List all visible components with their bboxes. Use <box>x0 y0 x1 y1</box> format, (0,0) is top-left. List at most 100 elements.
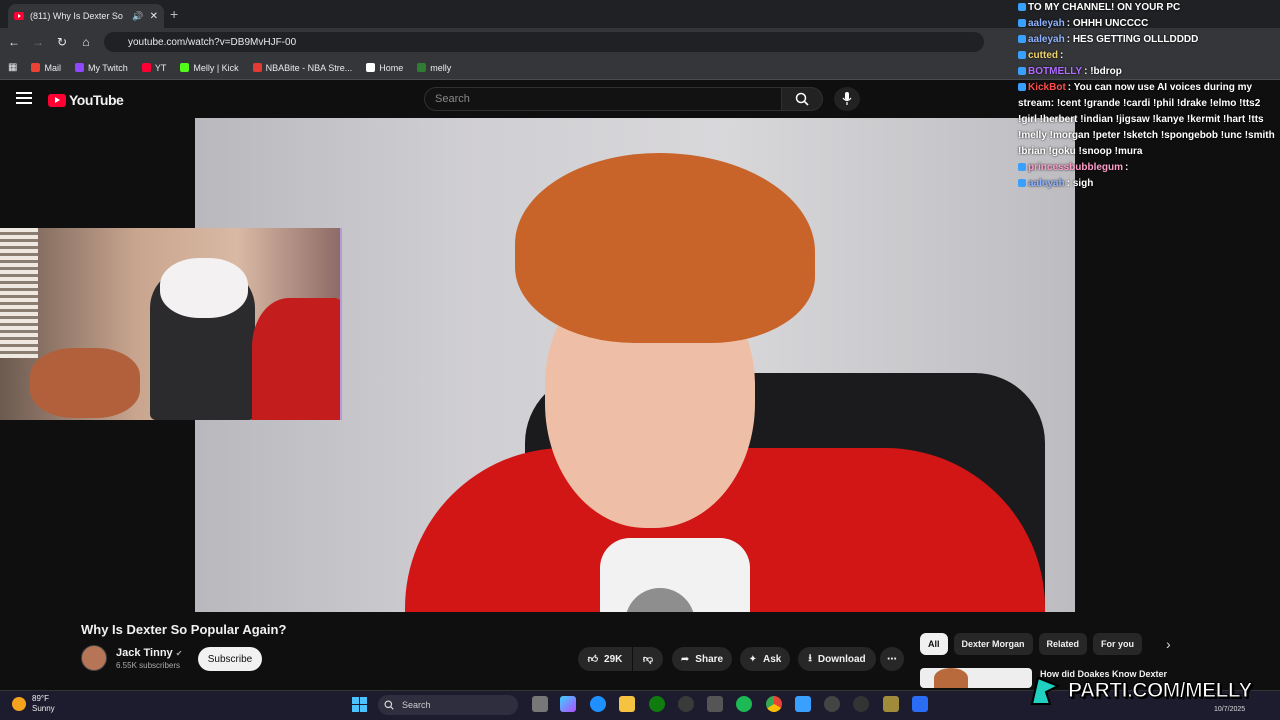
more-actions-button[interactable]: ⋯ <box>880 647 904 671</box>
new-tab-button[interactable]: + <box>170 6 178 22</box>
bookmark-item[interactable]: Home <box>366 63 403 73</box>
chat-username[interactable]: princessbubblegum <box>1028 162 1123 173</box>
ask-button[interactable]: ✦ Ask <box>740 647 790 671</box>
chat-separator: : <box>1060 50 1064 61</box>
sun-icon <box>12 697 26 711</box>
chat-username[interactable]: KickBot <box>1028 82 1066 93</box>
chip-for-you[interactable]: For you <box>1093 633 1143 655</box>
speaker-icon[interactable]: 🔊 <box>132 11 143 22</box>
webcam-ottoman <box>30 348 140 418</box>
youtube-play-icon <box>48 93 66 107</box>
bookmark-favicon-icon <box>31 63 41 72</box>
app-icon[interactable] <box>883 696 899 712</box>
share-button[interactable]: ➦ Share <box>672 647 732 671</box>
url-text: youtube.com/watch?v=DB9MvHJF-00 <box>128 36 297 48</box>
address-bar[interactable]: youtube.com/watch?v=DB9MvHJF-00 <box>104 32 984 52</box>
chat-text: You can now use AI voices during my stre… <box>1018 82 1275 157</box>
close-tab-icon[interactable]: ✕ <box>150 11 158 22</box>
chat-badge-icon <box>1018 19 1026 28</box>
taskbar-search[interactable]: Search <box>378 695 518 715</box>
thumbs-down-icon: 👎︎ <box>642 654 654 665</box>
obs-icon[interactable] <box>853 696 869 712</box>
subscribe-button[interactable]: Subscribe <box>198 647 262 671</box>
forward-icon[interactable]: → <box>28 32 48 52</box>
chip-all[interactable]: All <box>920 633 948 655</box>
dislike-button[interactable]: 👎︎ <box>633 647 663 671</box>
tab-title: (811) Why Is Dexter So Popular Again? - … <box>30 11 126 21</box>
voice-search-button[interactable] <box>834 87 860 111</box>
chat-message: aaleyah: HES GETTING OLLLDDDD <box>1015 32 1277 48</box>
recommended-video-thumbnail[interactable] <box>920 668 1032 688</box>
media-player-icon[interactable] <box>824 696 840 712</box>
subscriber-count: 6.55K subscribers <box>116 661 181 670</box>
back-icon[interactable]: ← <box>4 32 24 52</box>
edge-icon[interactable] <box>590 696 606 712</box>
chat-badge-icon <box>1018 51 1026 60</box>
chip-dexter-morgan[interactable]: Dexter Morgan <box>953 633 1033 655</box>
bookmark-label: Melly | Kick <box>193 62 239 73</box>
chips-next-icon[interactable]: › <box>1166 636 1171 652</box>
chat-badge-icon <box>1018 35 1026 44</box>
copilot-icon[interactable] <box>560 696 576 712</box>
more-dots-icon: ⋯ <box>887 653 897 665</box>
home-icon[interactable]: ⌂ <box>76 32 96 52</box>
windows-start-icon[interactable] <box>352 697 367 712</box>
bookmark-label: Mail <box>44 62 61 73</box>
bookmark-item[interactable]: My Twitch <box>74 63 128 73</box>
bookmark-item[interactable]: melly <box>417 63 451 73</box>
chat-username[interactable]: aaleyah <box>1028 18 1065 29</box>
bookmark-item[interactable]: YT <box>141 63 166 73</box>
search-input[interactable]: Search <box>424 87 782 111</box>
like-button[interactable]: 👍︎ 29K <box>578 647 632 671</box>
video-hair <box>515 153 815 343</box>
chat-text: HES GETTING OLLLDDDD <box>1072 34 1199 45</box>
chat-text: !bdrop <box>1090 66 1122 77</box>
photos-icon[interactable] <box>795 696 811 712</box>
download-button[interactable]: ⭳ Download <box>798 647 876 671</box>
chip-related[interactable]: Related <box>1038 633 1088 655</box>
streamer-webcam <box>0 228 342 420</box>
chat-username[interactable]: cutted <box>1028 50 1058 61</box>
task-view-icon[interactable] <box>532 696 548 712</box>
chat-message: cutted: <box>1015 48 1277 64</box>
search-icon <box>795 92 809 106</box>
store-icon[interactable] <box>707 696 723 712</box>
xbox-icon[interactable] <box>649 696 665 712</box>
spotify-icon[interactable] <box>736 696 752 712</box>
browser-tab[interactable]: (811) Why Is Dexter So Popular Again? - … <box>8 4 164 28</box>
steam-icon[interactable] <box>678 696 694 712</box>
taskbar-search-label: Search <box>402 700 431 710</box>
roblox-icon[interactable] <box>912 696 928 712</box>
bookmark-favicon-icon <box>180 63 190 72</box>
thumbs-up-icon: 👍︎ <box>587 654 599 665</box>
chat-username[interactable]: aaleyah <box>1028 178 1065 189</box>
bookmark-item[interactable]: NBABite - NBA Stre... <box>252 62 353 73</box>
bookmark-item[interactable]: Melly | Kick <box>180 62 239 73</box>
apps-grid-icon[interactable]: ▦ <box>8 62 17 73</box>
chat-badge-icon <box>1018 3 1026 12</box>
taskbar-search-icon <box>384 700 394 710</box>
weather-condition: Sunny <box>32 704 55 713</box>
chat-username[interactable]: aaleyah <box>1028 34 1065 45</box>
channel-name[interactable]: Jack Tinny ✔ <box>116 647 182 659</box>
video-title: Why Is Dexter So Popular Again? <box>81 622 287 637</box>
bookmark-item[interactable]: Mail <box>31 63 61 73</box>
chat-username[interactable]: BOTMELLY <box>1028 66 1082 77</box>
bookmark-favicon-icon <box>74 63 84 72</box>
bookmark-label: NBABite - NBA Stre... <box>265 62 353 73</box>
youtube-logo[interactable]: YouTube <box>48 92 124 108</box>
chat-message: aaleyah: sigh <box>1015 176 1277 192</box>
taskbar-date: 10/7/2025 <box>1214 706 1246 713</box>
ask-label: Ask <box>763 653 782 665</box>
menu-icon[interactable] <box>16 92 32 104</box>
channel-avatar[interactable] <box>81 645 107 671</box>
chrome-icon[interactable] <box>766 696 782 712</box>
reload-icon[interactable]: ↻ <box>52 32 72 52</box>
chat-badge-icon <box>1018 179 1026 188</box>
search-button[interactable] <box>781 87 823 111</box>
chat-text: OHHH UNCCCC <box>1072 18 1149 29</box>
file-explorer-icon[interactable] <box>619 696 635 712</box>
weather-widget[interactable]: 89°F Sunny <box>12 694 55 714</box>
bookmark-label: melly <box>430 62 452 73</box>
parti-brand-text: PARTI.COM/MELLY <box>1068 679 1253 703</box>
